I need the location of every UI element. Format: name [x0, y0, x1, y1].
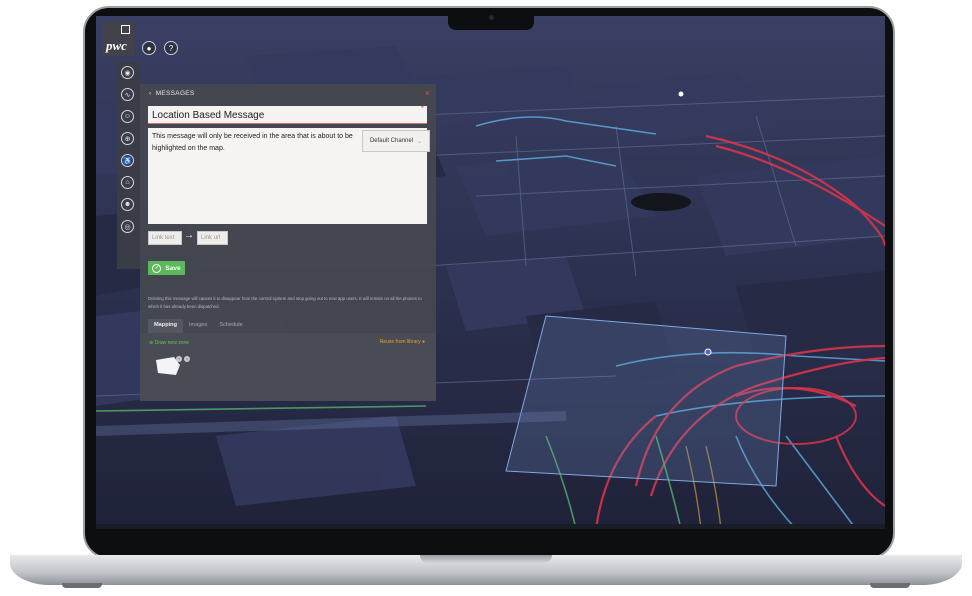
- draw-new-zone-button[interactable]: ⊕ Draw new zone: [149, 340, 189, 346]
- save-icon: ✓: [152, 263, 162, 273]
- users-icon[interactable]: ☺: [121, 110, 134, 123]
- close-icon[interactable]: ×: [425, 88, 430, 98]
- reuse-label: Reuse from library: [379, 339, 421, 345]
- eye-icon[interactable]: ◉: [121, 66, 134, 79]
- save-button[interactable]: ✓ Save: [148, 261, 185, 275]
- reuse-from-library-button[interactable]: Reuse from library ●: [380, 339, 425, 345]
- laptop-foot-left: [62, 583, 102, 588]
- zone-edit-icon[interactable]: +: [176, 356, 182, 362]
- camera-icon: [489, 15, 494, 20]
- logo-mark-icon: [121, 25, 130, 34]
- pwc-logo[interactable]: pwc: [103, 22, 135, 56]
- link-url-input[interactable]: Link url: [197, 231, 228, 245]
- message-textarea[interactable]: This message will only be received in th…: [148, 128, 430, 224]
- laptop-foot-right: [870, 583, 910, 588]
- chevron-down-icon: ⌄: [417, 138, 423, 145]
- target-icon[interactable]: ⊕: [121, 132, 134, 145]
- accessibility-icon[interactable]: ♿: [121, 154, 134, 167]
- title-input[interactable]: Location Based Message *: [148, 104, 427, 124]
- draw-zone-label: Draw new zone: [154, 340, 190, 346]
- logo-text: pwc: [106, 38, 127, 53]
- panel-title: MESSAGES: [155, 90, 195, 97]
- tab-images[interactable]: Images: [183, 319, 213, 333]
- pin-icon[interactable]: ⌂: [121, 176, 134, 189]
- laptop-opening-lip: [420, 555, 552, 563]
- laptop-frame: pwc ● ? ◉ ∿ ☺ ⊕ ♿ ⌂ ☻ ◎ ‹ MESSAGES × Loc…: [0, 0, 972, 596]
- delete-warning-text: Deleting this message will causes it to …: [148, 296, 422, 309]
- globe-icon[interactable]: ◎: [121, 220, 134, 233]
- chevron-left-icon[interactable]: ‹: [149, 90, 151, 97]
- mapping-tab-content: ⊕ Draw new zone Reuse from library ● + ×: [140, 333, 436, 401]
- link-url-placeholder: Link url: [201, 235, 221, 241]
- arrow-right-icon: →: [184, 230, 194, 241]
- messages-panel: ‹ MESSAGES × Location Based Message * Th…: [140, 84, 436, 401]
- channel-select-value: Default Channel: [369, 138, 413, 144]
- user-icon[interactable]: ☻: [121, 198, 134, 211]
- channel-select[interactable]: Default Channel ⌄: [362, 130, 430, 152]
- camera-notch: [448, 8, 534, 30]
- tab-mapping[interactable]: Mapping: [148, 319, 183, 333]
- screen: pwc ● ? ◉ ∿ ☺ ⊕ ♿ ⌂ ☻ ◎ ‹ MESSAGES × Loc…: [96, 16, 885, 529]
- zone-delete-icon[interactable]: ×: [184, 356, 190, 362]
- link-text-placeholder: Link text: [152, 235, 175, 241]
- lightbulb-icon[interactable]: ●: [142, 41, 156, 55]
- panel-header[interactable]: ‹ MESSAGES: [149, 90, 195, 97]
- tab-schedule[interactable]: Schedule: [213, 319, 248, 333]
- save-button-label: Save: [165, 264, 181, 272]
- info-icon: ●: [421, 339, 425, 345]
- sidebar: ◉ ∿ ☺ ⊕ ♿ ⌂ ☻ ◎: [117, 62, 140, 269]
- title-input-value: Location Based Message: [152, 110, 265, 121]
- help-icon[interactable]: ?: [164, 41, 178, 55]
- message-text-value: This message will only be received in th…: [152, 133, 353, 152]
- required-indicator: *: [420, 104, 424, 113]
- link-text-input[interactable]: Link text: [148, 231, 182, 245]
- panel-tabs: Mapping Images Schedule: [148, 319, 249, 333]
- plus-circle-icon: ⊕: [149, 340, 154, 346]
- chart-icon[interactable]: ∿: [121, 88, 134, 101]
